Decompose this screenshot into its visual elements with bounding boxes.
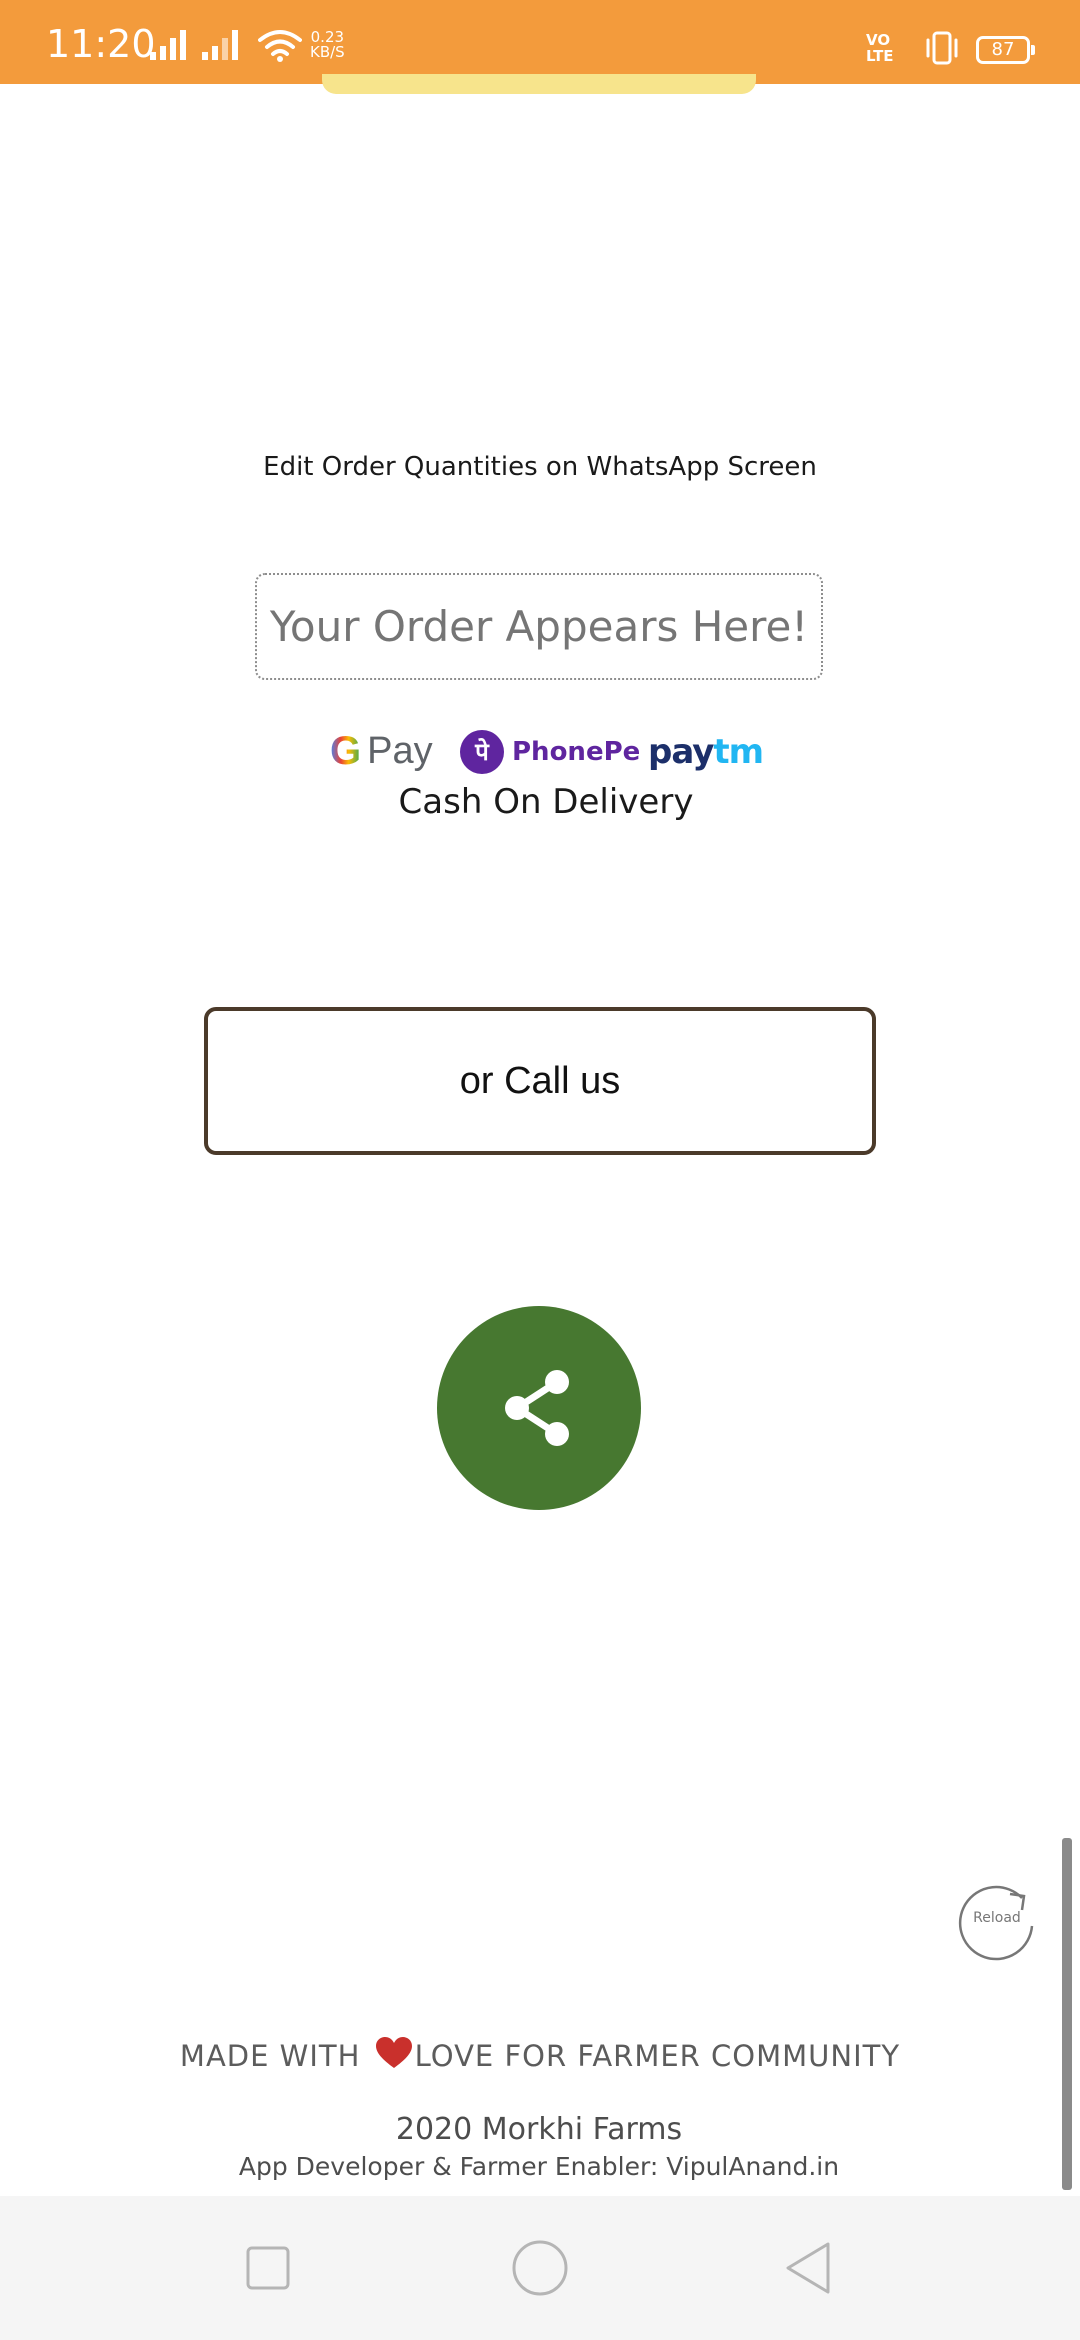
made-with-suffix: LOVE FOR FARMER COMMUNITY [414, 2039, 901, 2073]
home-circle-icon[interactable] [508, 2236, 572, 2300]
status-time: 11:20 [46, 22, 156, 66]
back-triangle-icon[interactable] [776, 2236, 840, 2300]
share-icon [505, 1370, 569, 1446]
vibrate-icon [926, 31, 958, 65]
developer-credit: App Developer & Farmer Enabler: VipulAna… [238, 2152, 840, 2181]
volte-line2: LTE [866, 47, 894, 65]
order-input[interactable] [255, 573, 823, 680]
paytm-pay-label: pay [648, 732, 714, 772]
phonepe-label: PhonePe [512, 737, 641, 767]
share-button[interactable] [437, 1306, 641, 1510]
signal-icon-2 [202, 30, 238, 60]
paytm-logo: paytm [648, 732, 764, 772]
volte-indicator: VO LTE [866, 32, 894, 64]
call-us-button[interactable]: or Call us [204, 1007, 876, 1155]
made-with-love-text: MADE WITH LOVE FOR FARMER COMMUNITY [0, 2036, 1080, 2073]
network-speed: 0.23 KB/S [310, 30, 345, 60]
paytm-tm-label: tm [713, 732, 764, 772]
gpay-label: Pay [367, 729, 433, 772]
gpay-g-icon: G [330, 728, 362, 773]
made-with-prefix: MADE WITH [179, 2039, 361, 2073]
phonepe-icon: पे [460, 730, 504, 774]
volte-line1: VO [866, 31, 891, 49]
cash-on-delivery-label: Cash On Delivery [398, 782, 694, 822]
signal-icon [150, 30, 186, 60]
payment-methods: G Pay पे PhonePe paytm [330, 722, 764, 780]
gpay-logo: G Pay [330, 722, 433, 780]
navigation-bar [0, 2196, 1080, 2340]
instruction-text: Edit Order Quantities on WhatsApp Screen [263, 452, 817, 482]
network-speed-unit: KB/S [310, 43, 345, 61]
battery-icon: 87 [976, 36, 1035, 64]
copyright-text: 2020 Morkhi Farms [395, 2112, 683, 2147]
top-banner-edge [322, 74, 756, 94]
recents-square-icon[interactable] [236, 2236, 300, 2300]
status-bar: 11:20 0.23 KB/S VO LTE 87 [0, 0, 1080, 84]
wifi-icon [258, 30, 302, 62]
phonepe-logo: पे PhonePe [460, 730, 640, 774]
reload-button[interactable]: Reload [952, 1876, 1042, 1966]
reload-label: Reload [973, 1910, 1021, 1926]
heart-icon [375, 2037, 412, 2068]
